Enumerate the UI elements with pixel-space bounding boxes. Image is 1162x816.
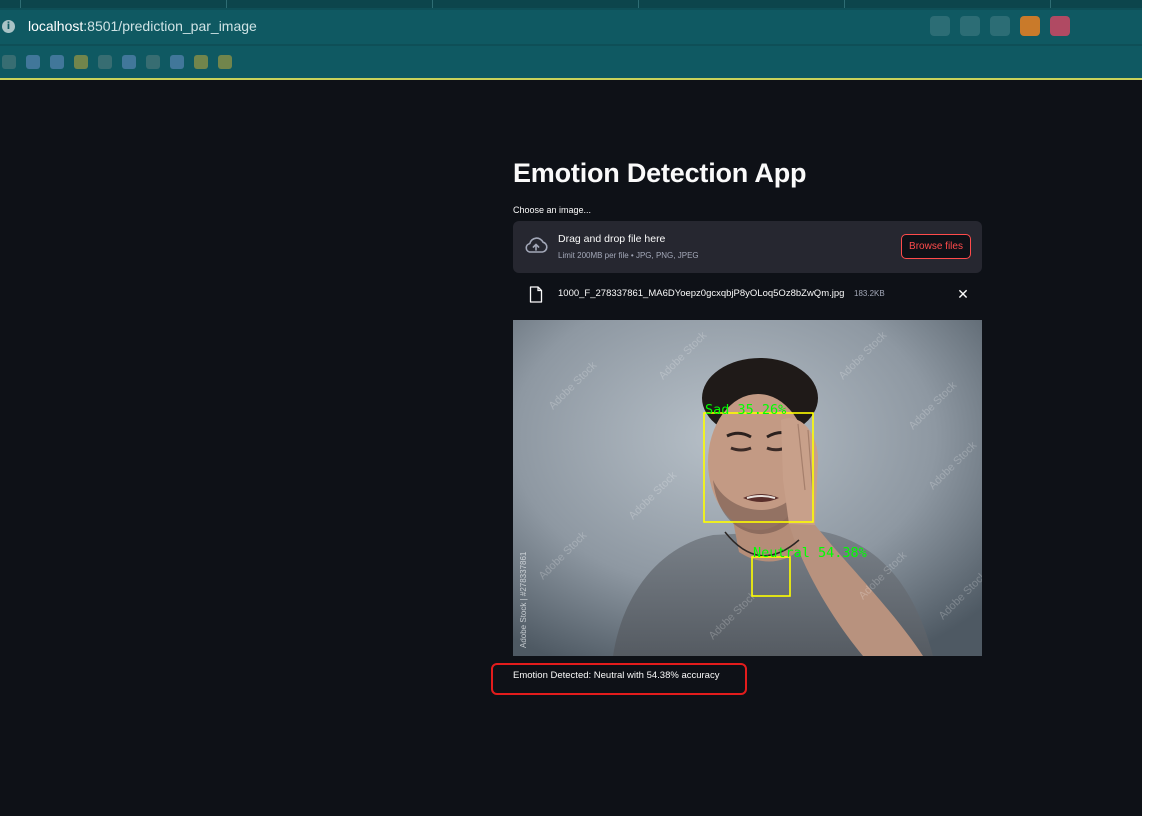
- bookmark-item[interactable]: [26, 55, 40, 69]
- bookmark-item[interactable]: [2, 55, 16, 69]
- file-name: 1000_F_278337861_MA6DYoepz0gcxqbjP8yOLoq…: [558, 288, 845, 299]
- uploaded-file-row: 1000_F_278337861_MA6DYoepz0gcxqbjP8yOLoq…: [513, 282, 982, 308]
- annotated-photo: Adobe Stock Adobe Stock Adobe Stock Adob…: [513, 320, 982, 656]
- cloud-upload-icon: [525, 237, 548, 253]
- bookmark-star-icon[interactable]: [990, 16, 1010, 36]
- zoom-icon[interactable]: [930, 16, 950, 36]
- bookmarks-bar: [0, 46, 1142, 78]
- file-size: 183.2KB: [854, 289, 885, 298]
- bookmark-item[interactable]: [74, 55, 88, 69]
- uploader-label: Choose an image...: [513, 205, 592, 215]
- emotion-result: Emotion Detected: Neutral with 54.38% ac…: [513, 670, 720, 681]
- result-image: Adobe Stock Adobe Stock Adobe Stock Adob…: [513, 320, 982, 656]
- bookmark-item[interactable]: [194, 55, 208, 69]
- extension-icon[interactable]: [1020, 16, 1040, 36]
- share-icon[interactable]: [960, 16, 980, 36]
- bookmark-item[interactable]: [50, 55, 64, 69]
- bookmark-item[interactable]: [218, 55, 232, 69]
- tab-strip: [0, 0, 1142, 8]
- url-text[interactable]: localhost:8501/prediction_par_image: [28, 18, 257, 34]
- stock-caption: Adobe Stock | #278337861: [519, 551, 528, 648]
- page-title: Emotion Detection App: [513, 158, 807, 188]
- address-bar[interactable]: i localhost:8501/prediction_par_image: [0, 10, 1142, 44]
- dropzone-subtitle: Limit 200MB per file • JPG, PNG, JPEG: [558, 251, 699, 260]
- bookmark-item[interactable]: [98, 55, 112, 69]
- page-margin: [1142, 0, 1162, 816]
- face-label-sad: Sad 35.26%: [705, 402, 786, 418]
- info-icon[interactable]: i: [2, 20, 15, 33]
- file-icon: [529, 286, 543, 303]
- close-icon[interactable]: ✕: [956, 287, 970, 301]
- browse-files-button[interactable]: Browse files: [901, 234, 971, 259]
- bookmark-item[interactable]: [170, 55, 184, 69]
- face-label-neutral: Neutral 54.38%: [753, 545, 867, 561]
- file-dropzone[interactable]: Drag and drop file here Limit 200MB per …: [513, 221, 982, 273]
- streamlit-app: Emotion Detection App Choose an image...…: [0, 80, 1142, 816]
- bookmark-item[interactable]: [122, 55, 136, 69]
- extension-icon[interactable]: [1050, 16, 1070, 36]
- browser-chrome: i localhost:8501/prediction_par_image: [0, 0, 1142, 80]
- dropzone-title: Drag and drop file here: [558, 233, 666, 245]
- bookmark-item[interactable]: [146, 55, 160, 69]
